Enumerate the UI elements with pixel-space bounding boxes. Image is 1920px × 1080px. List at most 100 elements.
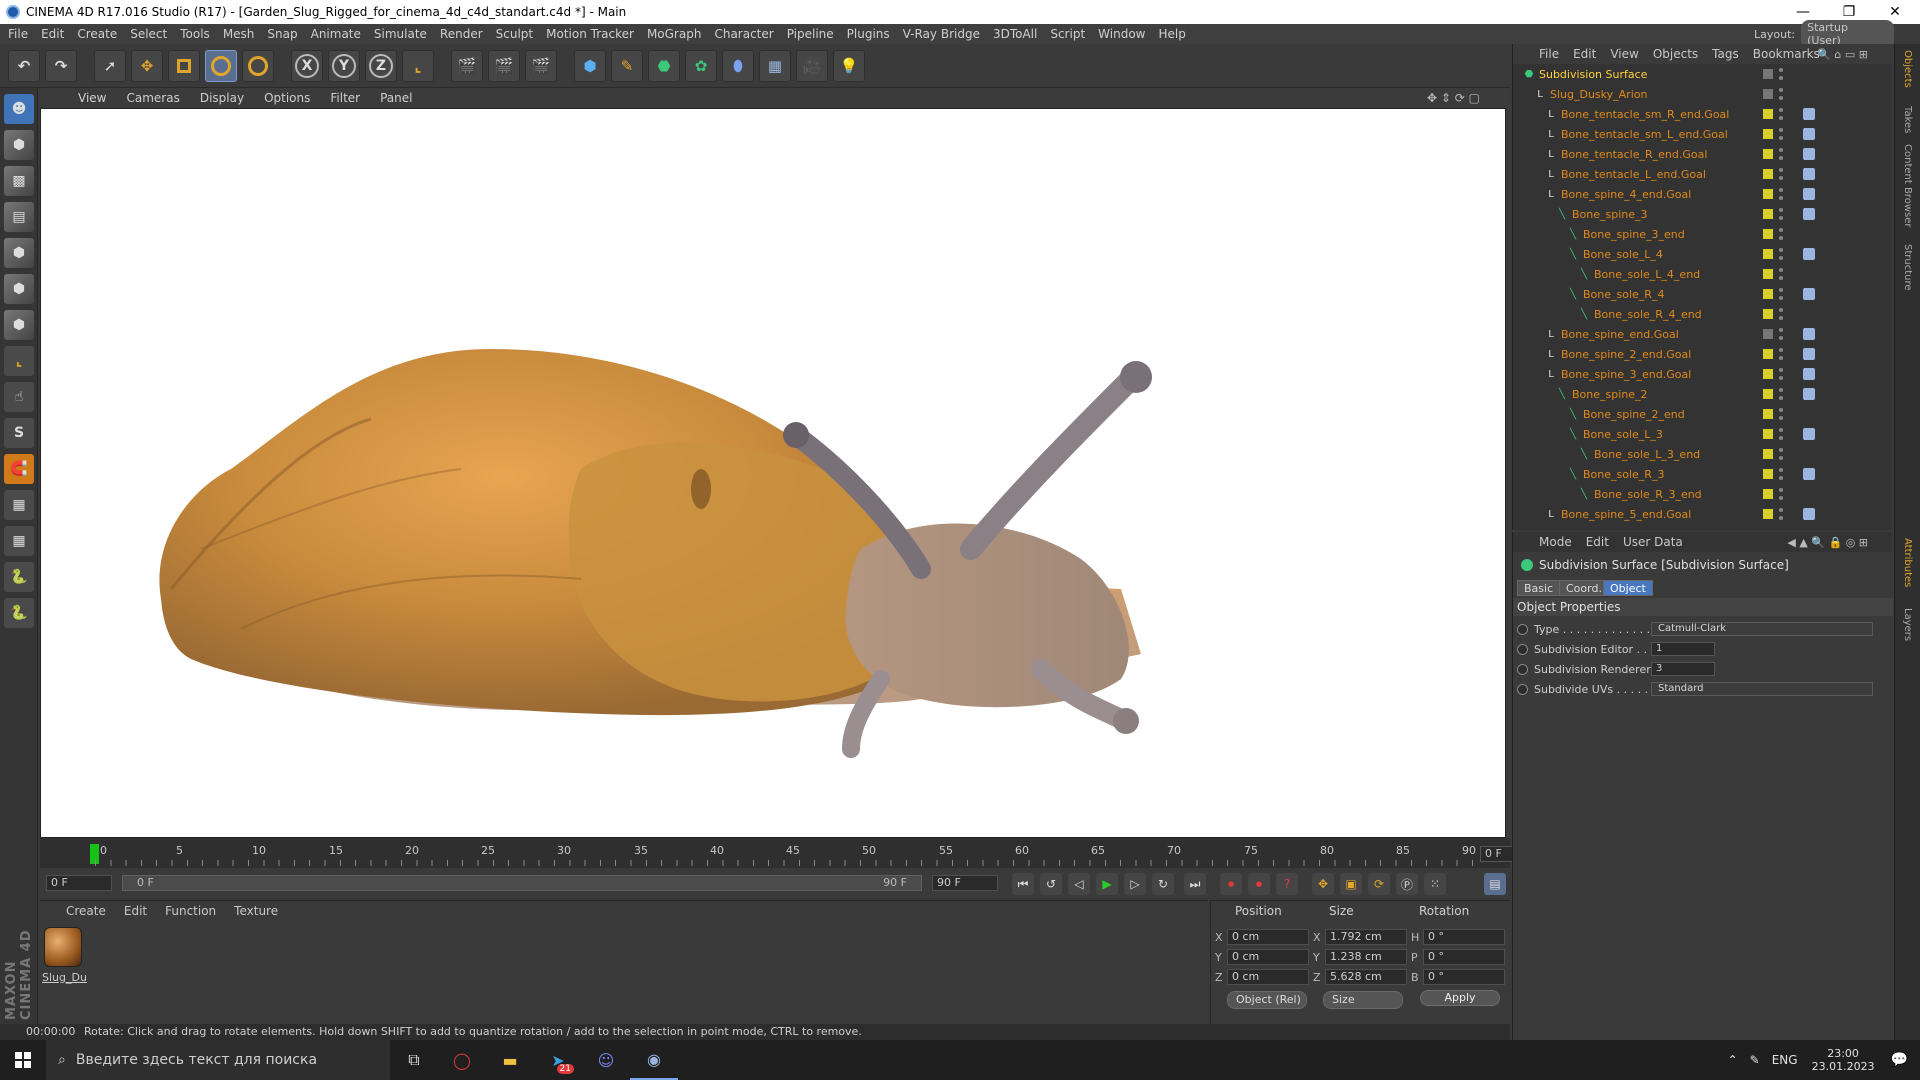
- undo-icon[interactable]: ↶: [8, 49, 40, 82]
- telegram-icon[interactable]: ➤ 21: [534, 1040, 582, 1080]
- play-icon[interactable]: ▶: [1096, 873, 1118, 895]
- tab-content-browser-vertical[interactable]: Content Browser: [1902, 144, 1913, 227]
- pen-icon[interactable]: ✎: [1750, 1053, 1760, 1067]
- position-x-field[interactable]: 0 cm: [1227, 929, 1309, 945]
- visibility-dots-icon[interactable]: [1779, 88, 1783, 100]
- edges-mode-icon[interactable]: ⬢: [4, 274, 34, 304]
- ik-tag-icon[interactable]: [1803, 368, 1815, 380]
- visibility-dots-icon[interactable]: [1779, 288, 1783, 300]
- workplane-lock-icon[interactable]: ▦: [4, 490, 34, 520]
- z-axis-lock-icon[interactable]: Z: [365, 49, 397, 82]
- key-position-icon[interactable]: ✥: [1312, 873, 1334, 895]
- keyframe-selection-icon[interactable]: ?: [1276, 873, 1298, 895]
- position-z-field[interactable]: 0 cm: [1227, 969, 1309, 985]
- subdivision-editor-field[interactable]: 1: [1651, 642, 1715, 656]
- object-row[interactable]: ╲ Bone_sole_L_4: [1513, 244, 1893, 264]
- key-parameter-icon[interactable]: Ⓟ: [1396, 873, 1418, 895]
- layer-color-swatch[interactable]: [1763, 189, 1773, 199]
- object-menu-file[interactable]: File: [1539, 47, 1559, 61]
- size-x-field[interactable]: 1.792 cm: [1325, 929, 1407, 945]
- x-axis-lock-icon[interactable]: X: [291, 49, 323, 82]
- 3d-viewport[interactable]: [40, 108, 1506, 838]
- object-row[interactable]: L Bone_spine_4_end.Goal: [1513, 184, 1893, 204]
- light-icon[interactable]: 💡: [833, 49, 865, 82]
- visibility-dots-icon[interactable]: [1779, 328, 1783, 340]
- subdivide-uvs-dropdown[interactable]: Standard: [1651, 682, 1873, 696]
- object-row[interactable]: ╲ Bone_sole_R_4_end: [1513, 304, 1893, 324]
- discord-icon[interactable]: ☺: [582, 1040, 630, 1080]
- taskbar-search-box[interactable]: ⌕ Введите здесь текст для поиска: [46, 1040, 390, 1080]
- menu-file[interactable]: File: [8, 27, 28, 41]
- apply-button[interactable]: Apply: [1420, 990, 1500, 1006]
- timeline-ruler[interactable]: 0 5 10 15 20 25 30 35 40 45 50 55 60 65 …: [40, 838, 1552, 868]
- viewport-menu-view[interactable]: View: [78, 91, 106, 105]
- python-script-icon[interactable]: 🐍: [4, 562, 34, 592]
- layer-color-swatch[interactable]: [1763, 509, 1773, 519]
- solo-mode-icon[interactable]: S: [4, 418, 34, 448]
- render-picture-viewer-icon[interactable]: 🎬: [488, 49, 520, 82]
- menu-pipeline[interactable]: Pipeline: [787, 27, 834, 41]
- type-dropdown[interactable]: Catmull-Clark: [1651, 622, 1873, 636]
- ik-tag-icon[interactable]: [1803, 388, 1815, 400]
- menu-mesh[interactable]: Mesh: [223, 27, 255, 41]
- object-manager-search-icon[interactable]: 🔍 ⌂ ▭ ⊞: [1817, 48, 1868, 61]
- ik-tag-icon[interactable]: [1803, 468, 1815, 480]
- menu-mograph[interactable]: MoGraph: [647, 27, 702, 41]
- tab-object[interactable]: Object: [1603, 580, 1653, 596]
- cinema4d-taskbar-icon[interactable]: ◉: [630, 1040, 678, 1080]
- menu-render[interactable]: Render: [440, 27, 483, 41]
- menu-simulate[interactable]: Simulate: [374, 27, 427, 41]
- object-menu-edit[interactable]: Edit: [1573, 47, 1596, 61]
- menu-script[interactable]: Script: [1050, 27, 1085, 41]
- object-row[interactable]: ╲ Bone_sole_R_3: [1513, 464, 1893, 484]
- key-rotation-icon[interactable]: ⟳: [1368, 873, 1390, 895]
- camera-icon[interactable]: 🎥: [796, 49, 828, 82]
- scheme-timeline-icon[interactable]: ▤: [1484, 873, 1506, 895]
- layer-color-swatch[interactable]: [1763, 309, 1773, 319]
- floor-icon[interactable]: ▦: [759, 49, 791, 82]
- object-row[interactable]: ╲ Bone_spine_3: [1513, 204, 1893, 224]
- ik-tag-icon[interactable]: [1803, 288, 1815, 300]
- visibility-dots-icon[interactable]: [1779, 128, 1783, 140]
- viewport-menu-cameras[interactable]: Cameras: [126, 91, 179, 105]
- next-frame-icon[interactable]: ▷: [1124, 873, 1146, 895]
- object-row[interactable]: ╲ Bone_sole_L_3: [1513, 424, 1893, 444]
- windows-start-icon[interactable]: [0, 1040, 46, 1080]
- object-row[interactable]: ⬣ Subdivision Surface: [1513, 64, 1893, 84]
- menu-create[interactable]: Create: [77, 27, 117, 41]
- pen-spline-icon[interactable]: ✎: [611, 49, 643, 82]
- object-row[interactable]: ╲ Bone_sole_L_4_end: [1513, 264, 1893, 284]
- object-row[interactable]: L Slug_Dusky_Arion: [1513, 84, 1893, 104]
- visibility-dots-icon[interactable]: [1779, 148, 1783, 160]
- menu-window[interactable]: Window: [1098, 27, 1145, 41]
- tab-basic[interactable]: Basic: [1517, 580, 1561, 596]
- object-row[interactable]: ╲ Bone_spine_2: [1513, 384, 1893, 404]
- redo-icon[interactable]: ↷: [45, 49, 77, 82]
- menu-character[interactable]: Character: [714, 27, 773, 41]
- layer-color-swatch[interactable]: [1763, 289, 1773, 299]
- menu-help[interactable]: Help: [1158, 27, 1185, 41]
- menu-select[interactable]: Select: [130, 27, 167, 41]
- object-menu-view[interactable]: View: [1610, 47, 1638, 61]
- ik-tag-icon[interactable]: [1803, 328, 1815, 340]
- task-view-icon[interactable]: ⧉: [390, 1040, 438, 1080]
- layer-color-swatch[interactable]: [1763, 89, 1773, 99]
- ik-tag-icon[interactable]: [1803, 508, 1815, 520]
- live-selection-icon[interactable]: ➚: [94, 49, 126, 82]
- layer-color-swatch[interactable]: [1763, 129, 1773, 139]
- python-script-2-icon[interactable]: 🐍: [4, 598, 34, 628]
- key-pla-icon[interactable]: ⁙: [1424, 873, 1446, 895]
- tab-takes-vertical[interactable]: Takes: [1902, 106, 1913, 133]
- object-row[interactable]: ╲ Bone_spine_2_end: [1513, 404, 1893, 424]
- material-menu-texture[interactable]: Texture: [234, 904, 278, 918]
- material-name[interactable]: Slug_Du: [42, 971, 87, 984]
- autokey-icon[interactable]: ⏺: [1248, 873, 1270, 895]
- model-mode-icon[interactable]: ⬢: [4, 130, 34, 160]
- object-menu-tags[interactable]: Tags: [1712, 47, 1739, 61]
- axis-mode-icon[interactable]: ⌞: [4, 346, 34, 376]
- object-row[interactable]: L Bone_spine_3_end.Goal: [1513, 364, 1893, 384]
- position-y-field[interactable]: 0 cm: [1227, 949, 1309, 965]
- visibility-dots-icon[interactable]: [1779, 368, 1783, 380]
- ik-tag-icon[interactable]: [1803, 348, 1815, 360]
- visibility-dots-icon[interactable]: [1779, 168, 1783, 180]
